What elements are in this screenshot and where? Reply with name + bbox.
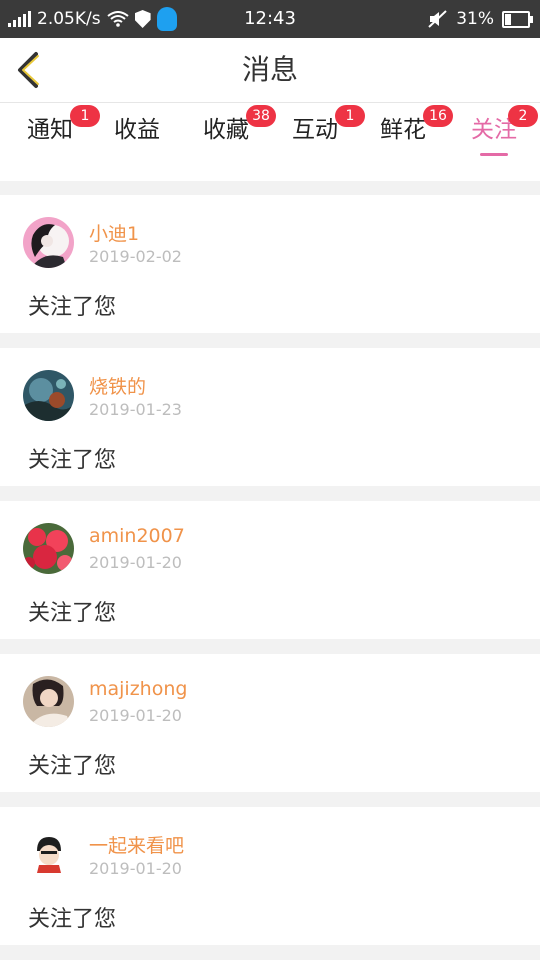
follow-message: 关注了您 <box>28 601 117 626</box>
tab-badge: 16 <box>423 105 453 127</box>
tab-bar: 通知 1 收益 收藏 38 互动 1 鲜花 16 关注 2 <box>0 102 540 181</box>
follower-name[interactable]: 小迪1 <box>89 219 139 246</box>
avatar[interactable] <box>23 676 74 727</box>
follow-message: 关注了您 <box>28 448 117 473</box>
follow-message: 关注了您 <box>28 295 117 320</box>
list-item[interactable]: 烧铁的 2019-01-23 关注了您 <box>0 348 540 486</box>
battery-icon <box>502 10 533 28</box>
follow-date: 2019-02-02 <box>89 247 182 266</box>
app-header: 消息 <box>0 38 540 102</box>
follower-name[interactable]: amin2007 <box>89 525 185 547</box>
follow-message: 关注了您 <box>28 754 117 779</box>
tab-interactions[interactable]: 互动 1 <box>279 105 365 147</box>
tab-badge: 1 <box>70 105 100 127</box>
tab-badge: 38 <box>246 105 276 127</box>
list-item[interactable]: majizhong 2019-01-20 关注了您 <box>0 654 540 792</box>
tab-badge: 2 <box>508 105 538 127</box>
avatar[interactable] <box>23 217 74 268</box>
tab-badge: 1 <box>335 105 365 127</box>
tab-label: 收益 <box>114 117 160 143</box>
mute-icon <box>428 10 447 28</box>
battery-percent: 31% <box>456 9 494 29</box>
follow-date: 2019-01-20 <box>89 706 182 725</box>
follow-date: 2019-01-23 <box>89 400 182 419</box>
follow-message: 关注了您 <box>28 907 117 932</box>
follow-date: 2019-01-20 <box>89 553 182 572</box>
status-bar: 2.05K/s 12:43 31% <box>0 0 540 38</box>
tab-follows[interactable]: 关注 2 <box>458 105 538 156</box>
active-tab-indicator <box>480 153 508 156</box>
tab-flowers[interactable]: 鲜花 16 <box>367 105 453 147</box>
follow-date: 2019-01-20 <box>89 859 182 878</box>
follower-name[interactable]: 烧铁的 <box>89 372 146 399</box>
avatar[interactable] <box>23 370 74 421</box>
page-title: 消息 <box>241 53 298 86</box>
list-item[interactable]: 一起来看吧 2019-01-20 关注了您 <box>0 807 540 945</box>
tab-notifications[interactable]: 通知 1 <box>14 105 100 147</box>
list-item[interactable]: 小迪1 2019-02-02 关注了您 <box>0 195 540 333</box>
tab-favorites[interactable]: 收藏 38 <box>190 105 276 147</box>
list-item[interactable]: amin2007 2019-01-20 关注了您 <box>0 501 540 639</box>
follower-name[interactable]: 一起来看吧 <box>89 831 184 858</box>
avatar[interactable] <box>23 523 74 574</box>
follower-name[interactable]: majizhong <box>89 678 187 700</box>
avatar[interactable] <box>23 829 74 880</box>
tab-earnings[interactable]: 收益 <box>101 113 173 147</box>
